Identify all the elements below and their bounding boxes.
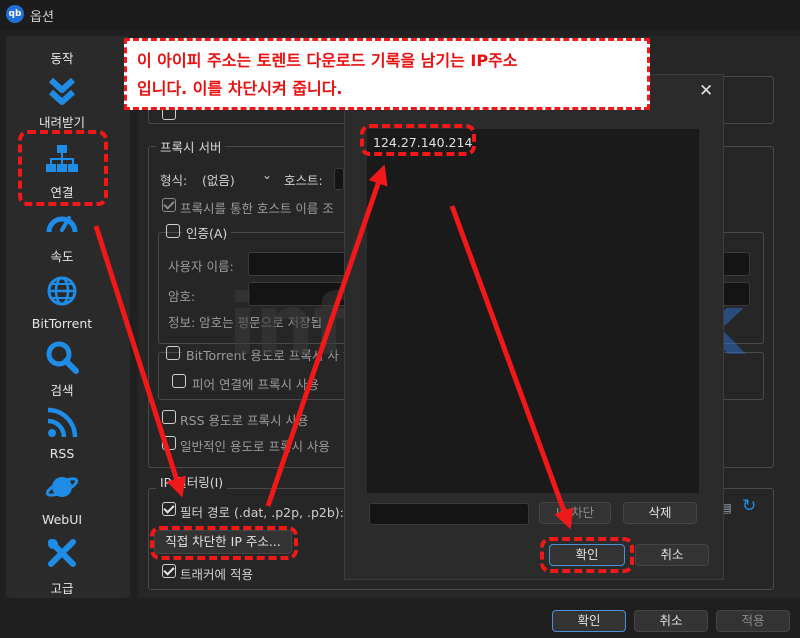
username-input[interactable] xyxy=(248,252,348,276)
sidebar-item-advanced[interactable]: 고급 xyxy=(6,536,118,597)
username-label: 사용자 이름: xyxy=(168,259,234,274)
sidebar-item-bittorrent[interactable]: BitTorrent xyxy=(6,274,118,331)
globe-icon xyxy=(47,276,77,306)
app-icon: qb xyxy=(6,5,24,23)
chevron-down-icon: ⌄ xyxy=(262,168,273,182)
apply-button[interactable]: 적용 xyxy=(716,610,790,632)
sidebar-item-behavior[interactable]: 동작 xyxy=(6,48,118,67)
planet-icon xyxy=(45,477,79,497)
hostname-lookup-label: 프록시를 통한 호스트 이름 조 xyxy=(180,201,334,216)
dialog-cancel-button[interactable]: 취소 xyxy=(635,544,709,566)
sidebar-item-rss[interactable]: RSS xyxy=(6,406,118,461)
password-input[interactable] xyxy=(248,282,348,306)
bittorrent-proxy-label: BitTorrent 용도로 프록시 사 xyxy=(182,345,343,364)
proxy-type-label: 형식: xyxy=(160,173,188,188)
highlight-manual-banned xyxy=(150,526,298,560)
sidebar-item-label: BitTorrent xyxy=(31,316,93,331)
general-proxy-label: 일반적인 용도로 프록시 사용 xyxy=(180,439,330,454)
auth-checkbox[interactable] xyxy=(166,224,180,238)
sidebar-item-label: 내려받기 xyxy=(38,115,85,130)
sidebar-item-webui[interactable]: WebUI xyxy=(6,470,118,527)
window-title: 옵션 xyxy=(30,10,54,25)
proxy-host-input[interactable] xyxy=(334,168,344,190)
sidebar-item-label: 동작 xyxy=(50,51,74,66)
rss-proxy-checkbox[interactable] xyxy=(162,410,176,424)
bittorrent-proxy-checkbox[interactable] xyxy=(166,346,180,360)
apply-trackers-label: 트래커에 적용 xyxy=(180,567,253,582)
ban-ip-button[interactable]: IP 차단 xyxy=(539,502,611,524)
highlight-connection xyxy=(18,130,108,206)
close-icon[interactable]: ✕ xyxy=(699,81,713,101)
sidebar-item-label: 검색 xyxy=(50,383,74,398)
proxy-type-select[interactable]: (없음) xyxy=(202,170,235,189)
ip-input[interactable] xyxy=(369,503,529,525)
sidebar-item-search[interactable]: 검색 xyxy=(6,340,118,399)
highlight-ip xyxy=(360,124,476,156)
sidebar-item-label: RSS xyxy=(49,446,75,461)
banned-ip-list[interactable]: 124.27.140.214 xyxy=(367,129,699,493)
annotation-callout: 이 아이피 주소는 토렌트 다운로드 기록을 남기는 IP주소 입니다. 이를 … xyxy=(124,38,650,110)
highlight-dialog-ok xyxy=(540,537,634,573)
proxy-host-label: 호스트: xyxy=(284,173,323,188)
rss-proxy-label: RSS 용도로 프록시 사용 xyxy=(180,413,309,428)
title-bar: qb 옵션 xyxy=(0,0,800,30)
peer-proxy-checkbox[interactable] xyxy=(172,374,186,388)
apply-trackers-checkbox[interactable] xyxy=(162,564,176,578)
ok-button[interactable]: 확인 xyxy=(552,610,626,632)
rss-icon xyxy=(47,407,78,438)
general-proxy-checkbox[interactable] xyxy=(162,436,176,450)
delete-button[interactable]: 삭제 xyxy=(623,502,697,524)
proxy-group-title: 프록시 서버 xyxy=(156,137,226,156)
sidebar-item-label: 고급 xyxy=(50,581,74,596)
tools-icon xyxy=(48,539,76,567)
cancel-button[interactable]: 취소 xyxy=(634,610,708,632)
speedometer-icon xyxy=(46,216,78,233)
sidebar-item-label: 속도 xyxy=(50,249,74,264)
peer-proxy-label: 피어 연결에 프록시 사용 xyxy=(192,377,319,392)
search-icon xyxy=(46,341,79,374)
refresh-icon[interactable]: ↻ xyxy=(742,496,756,516)
annotation-line1: 이 아이피 주소는 토렌트 다운로드 기록을 남기는 IP주소 xyxy=(137,51,518,70)
sidebar-item-speed[interactable]: 속도 xyxy=(6,208,118,265)
filter-path-checkbox[interactable] xyxy=(162,502,176,516)
filter-path-label: 필터 경로 (.dat, .p2p, .p2b): xyxy=(180,505,344,520)
password-info-text: 정보: 암호는 평문으로 저장됩 xyxy=(168,315,323,330)
sidebar: 동작 내려받기 연결 속도 BitTorrent 검색 RSS WebUI 고급 xyxy=(6,36,130,598)
auth-group-title: 인증(A) xyxy=(182,223,232,242)
annotation-line2: 입니다. 이를 차단시켜 줍니다. xyxy=(137,79,343,98)
ip-filter-group-title: IP 필터링(I) xyxy=(156,472,228,491)
sidebar-item-label: WebUI xyxy=(41,512,83,527)
password-label: 암호: xyxy=(168,289,196,304)
footer-bar: 확인 취소 적용 xyxy=(0,600,800,638)
double-chevron-down-icon xyxy=(48,77,76,105)
hostname-lookup-checkbox[interactable] xyxy=(162,198,176,212)
sidebar-item-downloads[interactable]: 내려받기 xyxy=(6,74,118,131)
